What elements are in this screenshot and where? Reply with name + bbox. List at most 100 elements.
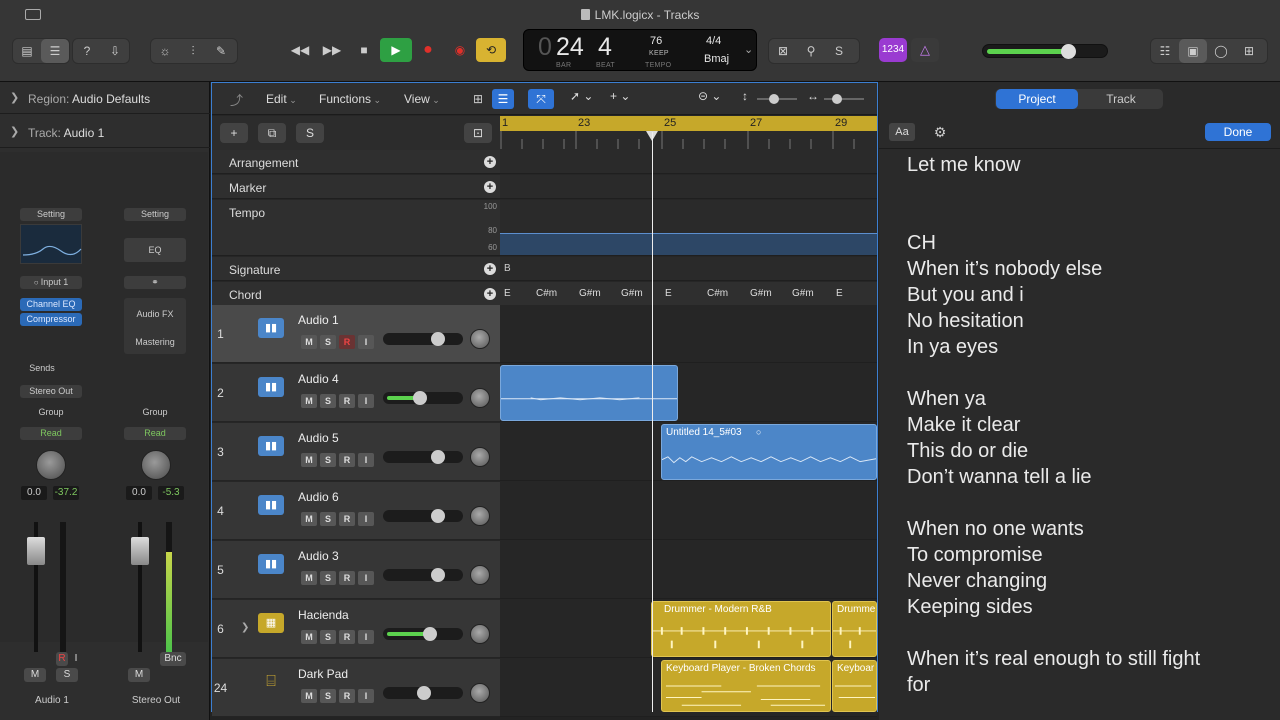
input-monitor-button[interactable]: I bbox=[358, 453, 374, 467]
record-enable-button[interactable]: R bbox=[339, 689, 355, 703]
add-marker-icon[interactable]: + bbox=[484, 181, 496, 193]
output-button[interactable]: Stereo Out bbox=[20, 385, 82, 398]
volume-fader[interactable] bbox=[131, 537, 149, 565]
stop-icon[interactable]: ■ bbox=[348, 38, 380, 62]
track-name[interactable]: Audio 3 bbox=[298, 549, 339, 563]
edit-menu[interactable]: Edit bbox=[266, 92, 297, 106]
plugin-mastering[interactable]: Mastering bbox=[124, 336, 186, 349]
audio-region[interactable]: Untitled 14_5#03 ○ bbox=[661, 424, 877, 480]
chord[interactable]: C#m bbox=[536, 288, 557, 299]
play-button[interactable]: ▶ bbox=[380, 38, 412, 62]
help-icon[interactable]: ? bbox=[73, 39, 101, 63]
drummer-region[interactable]: Drummer - Modern R&B bbox=[651, 601, 831, 657]
solo-button[interactable]: S bbox=[320, 571, 336, 585]
view-menu[interactable]: View bbox=[404, 92, 440, 106]
arrangement-lane[interactable] bbox=[500, 150, 877, 174]
volume-handle[interactable] bbox=[431, 568, 445, 582]
solo-button[interactable]: S bbox=[320, 394, 336, 408]
solo-button[interactable]: S bbox=[320, 453, 336, 467]
track-name[interactable]: Audio 5 bbox=[298, 431, 339, 445]
volume-slider[interactable] bbox=[383, 391, 463, 405]
track-name[interactable]: Dark Pad bbox=[298, 667, 348, 681]
chord[interactable]: G#m bbox=[579, 288, 601, 299]
smart-controls-icon[interactable]: ☼ bbox=[151, 39, 179, 63]
record-button[interactable]: ● bbox=[412, 38, 444, 62]
global-track-tempo[interactable]: Tempo 100 80 60 bbox=[212, 200, 500, 256]
chevron-down-icon[interactable]: ⌄ bbox=[744, 43, 753, 56]
notepad-text[interactable]: Let me know CH When it’s nobody else But… bbox=[907, 152, 1267, 698]
chord[interactable]: C#m bbox=[707, 288, 728, 299]
settings-gear-icon[interactable]: ⚙ bbox=[927, 123, 953, 141]
volume-handle[interactable] bbox=[431, 509, 445, 523]
replace-icon[interactable]: ⊠ bbox=[769, 39, 797, 63]
track-name[interactable]: Audio 6 bbox=[298, 490, 339, 504]
duplicate-track-button[interactable]: ⧉ bbox=[258, 123, 286, 143]
chord[interactable]: E bbox=[504, 288, 511, 299]
marker-lane[interactable] bbox=[500, 175, 877, 199]
pan-knob[interactable] bbox=[141, 450, 171, 480]
vertical-zoom-slider[interactable] bbox=[757, 94, 797, 104]
input-monitor-button[interactable]: I bbox=[70, 652, 82, 666]
master-volume-slider[interactable] bbox=[982, 44, 1108, 59]
solo-button[interactable]: S bbox=[320, 512, 336, 526]
playhead[interactable] bbox=[652, 132, 653, 712]
chord[interactable]: E bbox=[665, 288, 672, 299]
input-monitor-button[interactable]: I bbox=[358, 394, 374, 408]
metronome-icon[interactable]: △ bbox=[911, 38, 939, 62]
solo-track-button[interactable]: S bbox=[296, 123, 324, 143]
solo-button[interactable]: S bbox=[320, 335, 336, 349]
record-enable-button[interactable]: R bbox=[56, 652, 68, 666]
download-icon[interactable]: ⇩ bbox=[101, 39, 129, 63]
drummer-region[interactable]: Drumme bbox=[832, 601, 877, 657]
track-header[interactable]: 4 ▮▮ Audio 6 MSRI bbox=[212, 482, 500, 540]
pan-knob[interactable] bbox=[470, 565, 490, 585]
timeline-ruler[interactable]: 1 23 25 27 29 bbox=[500, 116, 877, 150]
chord[interactable]: E bbox=[836, 288, 843, 299]
mixer-icon[interactable]: ⫶ bbox=[179, 39, 207, 63]
automation-icon[interactable]: ⊝ ⌄ bbox=[698, 89, 721, 103]
region-inspector-header[interactable]: ❯ Region: Audio Defaults bbox=[0, 82, 210, 114]
mute-button[interactable]: M bbox=[301, 512, 317, 526]
record-enable-button[interactable]: R bbox=[339, 630, 355, 644]
plugin-compressor[interactable]: Compressor bbox=[20, 313, 82, 326]
volume-slider[interactable] bbox=[383, 568, 463, 582]
group-button[interactable]: Group bbox=[20, 406, 82, 419]
tab-track[interactable]: Track bbox=[1081, 89, 1161, 109]
track-lane[interactable] bbox=[500, 364, 877, 422]
record-enable-button[interactable]: R bbox=[339, 335, 355, 349]
track-lane[interactable] bbox=[500, 305, 877, 363]
input-monitor-button[interactable]: I bbox=[358, 512, 374, 526]
track-lane[interactable] bbox=[500, 482, 877, 540]
input-monitor-button[interactable]: I bbox=[358, 689, 374, 703]
track-lane[interactable]: Drummer - Modern R&B Drumme bbox=[500, 600, 877, 658]
chord[interactable]: G#m bbox=[621, 288, 643, 299]
track-header[interactable]: 24 ⌸ Dark Pad MSRI bbox=[212, 659, 500, 717]
input-monitor-button[interactable]: I bbox=[358, 630, 374, 644]
list-editors-icon[interactable]: ☷ bbox=[1151, 39, 1179, 63]
count-in-button[interactable]: 1234 bbox=[879, 38, 907, 62]
volume-handle[interactable] bbox=[417, 686, 431, 700]
back-arrow-icon[interactable]: ⤴ bbox=[230, 90, 243, 109]
pan-knob[interactable] bbox=[470, 683, 490, 703]
global-track-signature[interactable]: Signature + bbox=[212, 257, 500, 281]
tuner-icon[interactable]: ⚲ bbox=[797, 39, 825, 63]
global-track-arrangement[interactable]: Arrangement + bbox=[212, 150, 500, 174]
forward-icon[interactable]: ▶▶ bbox=[316, 38, 348, 62]
solo-button[interactable]: S bbox=[320, 689, 336, 703]
mute-button[interactable]: M bbox=[128, 668, 150, 682]
cycle-region[interactable] bbox=[500, 116, 877, 131]
mute-button[interactable]: M bbox=[24, 668, 46, 682]
global-track-marker[interactable]: Marker + bbox=[212, 175, 500, 199]
keyboard-region[interactable]: Keyboard Player - Broken Chords bbox=[661, 660, 831, 712]
plugin-audio-fx[interactable]: Audio FX bbox=[124, 308, 186, 321]
track-header[interactable]: 1 ▮▮ Audio 1 MSRI bbox=[212, 305, 500, 363]
lcd-display[interactable]: 0 24 4 BAR BEAT 76 KEEP TEMPO 4/4 Bmaj ⌄ bbox=[523, 29, 757, 71]
browser-icon[interactable]: ⊞ bbox=[1235, 39, 1263, 63]
inspector-icon[interactable]: ☰ bbox=[41, 39, 69, 63]
track-lane[interactable]: Keyboard Player - Broken Chords Keyboar bbox=[500, 659, 877, 717]
rewind-icon[interactable]: ◀◀ bbox=[284, 38, 316, 62]
setting-button[interactable]: Setting bbox=[124, 208, 186, 221]
group-button[interactable]: Group bbox=[124, 406, 186, 419]
horizontal-zoom-slider[interactable] bbox=[824, 94, 864, 104]
track-header[interactable]: 6 ❯ ▦ Hacienda MSRI bbox=[212, 600, 500, 658]
